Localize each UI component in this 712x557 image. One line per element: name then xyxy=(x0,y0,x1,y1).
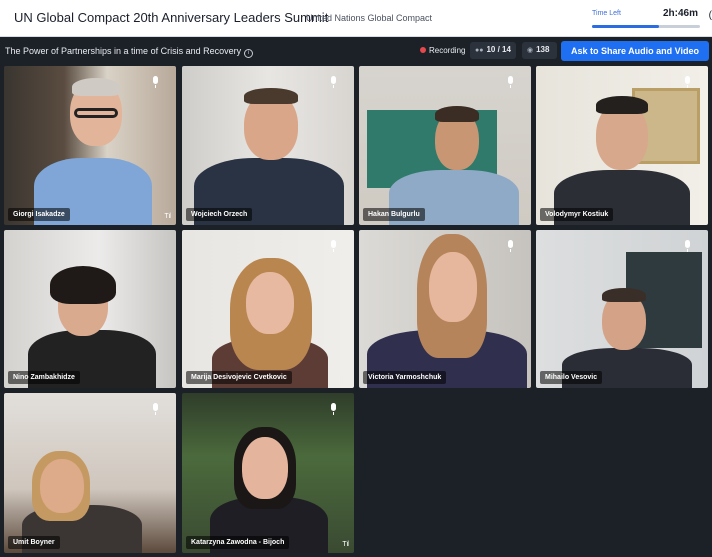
participant-name: Nino Zambakhidze xyxy=(8,371,80,384)
video-tile[interactable]: Wojciech Orzech xyxy=(182,66,354,225)
signal-strength-icon: T ıl xyxy=(342,541,349,548)
microphone-icon xyxy=(506,76,515,89)
session-bar: The Power of Partnerships in a time of C… xyxy=(0,37,712,64)
video-tile[interactable]: Victoria Yarmoshchuk xyxy=(359,230,531,388)
participant-name: Wojciech Orzech xyxy=(186,208,253,221)
time-left-value: 2h:46m xyxy=(662,8,698,19)
recording-label: Recording xyxy=(429,46,466,55)
participant-head xyxy=(242,437,288,499)
participant-hair xyxy=(602,288,646,302)
participant-head xyxy=(40,459,84,513)
organizer-name: United Nations Global Compact xyxy=(306,13,433,23)
participant-name: Umit Boyner xyxy=(8,536,60,549)
participant-name: Victoria Yarmoshchuk xyxy=(363,371,447,384)
time-left-progress-fill xyxy=(592,25,659,28)
microphone-icon xyxy=(329,240,338,253)
microphone-icon xyxy=(329,403,338,416)
recording-dot-icon xyxy=(420,47,426,53)
video-tile[interactable]: Hakan Bulgurlu xyxy=(359,66,531,225)
glasses xyxy=(74,108,118,118)
microphone-icon xyxy=(683,240,692,253)
microphone-icon xyxy=(151,76,160,89)
participant-hair xyxy=(50,266,116,304)
participant-hair xyxy=(244,88,298,104)
participant-name: Volodymyr Kostiuk xyxy=(540,208,614,221)
participant-head xyxy=(246,272,294,334)
microphone-icon xyxy=(506,240,515,253)
microphone-icon xyxy=(151,403,160,416)
info-icon[interactable]: i xyxy=(244,49,254,58)
empty-grid-area xyxy=(359,393,708,553)
recording-indicator: Recording xyxy=(420,46,465,55)
video-tile[interactable]: Giorgi Isakadze T ıl xyxy=(4,66,176,225)
participant-name: Katarzyna Zawodna - Bijoch xyxy=(186,536,290,549)
participant-name: Giorgi Isakadze xyxy=(8,208,70,221)
video-tile[interactable]: Mihailo Vesovic xyxy=(536,230,708,388)
video-tile[interactable]: Volodymyr Kostiuk xyxy=(536,66,708,225)
participant-hair xyxy=(72,78,120,96)
time-left-label: Time Left xyxy=(592,10,621,17)
participant-name: Mihailo Vesovic xyxy=(540,371,603,384)
session-title-text: The Power of Partnerships in a time of C… xyxy=(5,46,242,56)
participants-count-value: 10 / 14 xyxy=(486,45,511,54)
participant-name: Marija Desivojevic Cvetkovic xyxy=(186,371,292,384)
video-tile[interactable]: Katarzyna Zawodna - Bijoch T ıl xyxy=(182,393,354,553)
participant-head xyxy=(429,252,477,322)
signal-strength-icon: T ıl xyxy=(164,213,171,220)
participants-count[interactable]: ●● 10 / 14 xyxy=(470,42,516,59)
eye-icon: ◉ xyxy=(527,47,534,54)
microphone-icon xyxy=(329,76,338,89)
participant-hair xyxy=(596,96,648,114)
time-left-widget: Time Left 2h:46m xyxy=(592,8,700,30)
video-tile[interactable]: Marija Desivojevic Cvetkovic xyxy=(182,230,354,388)
top-bar: UN Global Compact 20th Anniversary Leade… xyxy=(0,0,712,37)
event-title: UN Global Compact 20th Anniversary Leade… xyxy=(14,10,329,25)
video-tile[interactable]: Umit Boyner xyxy=(4,393,176,553)
cut-off-control[interactable]: ( xyxy=(709,10,712,21)
person-group-icon: ●● xyxy=(475,47,484,54)
video-tile[interactable]: Nino Zambakhidze xyxy=(4,230,176,388)
ask-to-share-button[interactable]: Ask to Share Audio and Video xyxy=(561,41,709,61)
viewers-count-value: 138 xyxy=(536,45,550,54)
time-left-progress-track xyxy=(592,25,700,28)
video-grid: Giorgi Isakadze T ıl Wojciech Orzech Hak… xyxy=(0,64,712,557)
viewers-count[interactable]: ◉ 138 xyxy=(522,42,557,59)
participant-hair xyxy=(435,106,479,122)
participant-name: Hakan Bulgurlu xyxy=(363,208,425,221)
microphone-icon xyxy=(683,76,692,89)
session-title: The Power of Partnerships in a time of C… xyxy=(5,46,254,58)
